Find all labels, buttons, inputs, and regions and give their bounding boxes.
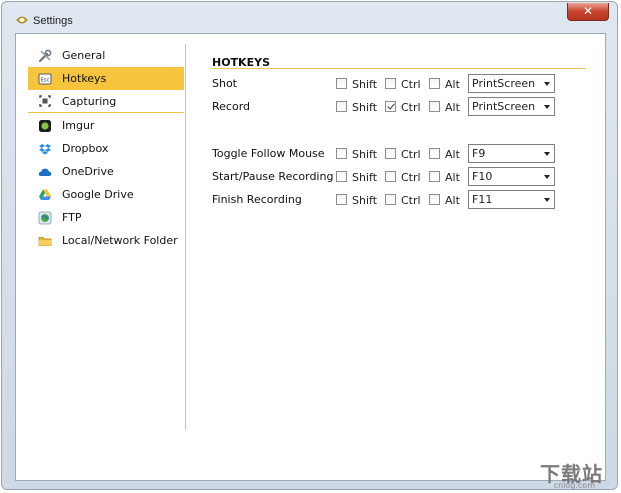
folder-icon	[38, 234, 52, 248]
shift-label: Shift	[352, 171, 378, 184]
key-select[interactable]: PrintScreen	[468, 97, 555, 116]
capture-frame-icon	[38, 94, 52, 108]
sidebar-item-capturing[interactable]: Capturing	[28, 90, 184, 113]
sidebar-item-dropbox[interactable]: Dropbox	[28, 137, 184, 160]
sidebar-item-label: FTP	[62, 211, 82, 224]
ctrl-checkbox[interactable]	[385, 148, 396, 159]
sidebar-item-imgur[interactable]: Imgur	[28, 114, 184, 137]
google-drive-icon	[38, 188, 52, 202]
hotkey-label: Record	[212, 100, 251, 113]
hotkey-label: Toggle Follow Mouse	[212, 147, 325, 160]
shift-checkbox[interactable]	[336, 194, 347, 205]
hotkey-row-start-pause-recording: Start/Pause Recording Shift Ctrl Alt F10	[212, 167, 572, 187]
shift-label: Shift	[352, 148, 378, 161]
sidebar-item-label: Local/Network Folder	[62, 234, 178, 247]
dropdown-arrow-icon	[544, 152, 550, 156]
hotkey-row-record: Record Shift Ctrl Alt PrintScreen	[212, 97, 572, 117]
imgur-icon	[38, 119, 52, 133]
settings-sidebar: General Esc Hotkeys Capturing Imgur Drop…	[28, 44, 184, 252]
sidebar-item-label: OneDrive	[62, 165, 114, 178]
key-select[interactable]: F9	[468, 144, 555, 163]
ctrl-label: Ctrl	[401, 78, 421, 91]
alt-label: Alt	[445, 148, 460, 161]
title-bar[interactable]: Settings ✕	[2, 2, 617, 32]
alt-label: Alt	[445, 171, 460, 184]
dropbox-icon	[38, 142, 52, 156]
alt-label: Alt	[445, 78, 460, 91]
key-select-value: F11	[472, 193, 493, 206]
dropdown-arrow-icon	[544, 105, 550, 109]
key-select[interactable]: PrintScreen	[468, 74, 555, 93]
sidebar-item-label: Imgur	[62, 119, 95, 132]
alt-checkbox[interactable]	[429, 148, 440, 159]
alt-checkbox[interactable]	[429, 171, 440, 182]
app-logo-icon	[16, 16, 28, 24]
alt-checkbox[interactable]	[429, 78, 440, 89]
shift-checkbox[interactable]	[336, 78, 347, 89]
sidebar-item-google-drive[interactable]: Google Drive	[28, 183, 184, 206]
window-title: Settings	[33, 15, 73, 27]
ctrl-checkbox[interactable]	[385, 194, 396, 205]
key-select-value: PrintScreen	[472, 77, 536, 90]
sidebar-item-general[interactable]: General	[28, 44, 184, 67]
dropdown-arrow-icon	[544, 175, 550, 179]
section-separator	[211, 68, 586, 69]
watermark-subtext: cnlog.com	[553, 481, 595, 490]
shift-checkbox[interactable]	[336, 171, 347, 182]
sidebar-item-label: Capturing	[62, 94, 117, 108]
key-select-value: F9	[472, 147, 486, 160]
hotkey-label: Shot	[212, 77, 237, 90]
sidebar-item-onedrive[interactable]: OneDrive	[28, 160, 184, 183]
shift-label: Shift	[352, 194, 378, 207]
onedrive-cloud-icon	[38, 165, 52, 179]
close-button[interactable]: ✕	[567, 3, 609, 21]
tools-icon	[38, 49, 52, 63]
keyboard-key-icon: Esc	[38, 72, 52, 86]
ctrl-checkbox[interactable]	[385, 78, 396, 89]
ctrl-checkbox[interactable]	[385, 101, 396, 112]
sidebar-item-ftp[interactable]: FTP	[28, 206, 184, 229]
hotkey-label: Finish Recording	[212, 193, 302, 206]
shift-label: Shift	[352, 78, 378, 91]
sidebar-item-local-network-folder[interactable]: Local/Network Folder	[28, 229, 184, 252]
shift-checkbox[interactable]	[336, 101, 347, 112]
hotkey-label: Start/Pause Recording	[212, 170, 334, 183]
ctrl-checkbox[interactable]	[385, 171, 396, 182]
shift-checkbox[interactable]	[336, 148, 347, 159]
key-select[interactable]: F10	[468, 167, 555, 186]
ctrl-label: Ctrl	[401, 101, 421, 114]
key-select-value: F10	[472, 170, 493, 183]
dropdown-arrow-icon	[544, 82, 550, 86]
sidebar-divider	[185, 44, 186, 430]
dropdown-arrow-icon	[544, 198, 550, 202]
ctrl-label: Ctrl	[401, 194, 421, 207]
hotkey-row-toggle-follow-mouse: Toggle Follow Mouse Shift Ctrl Alt F9	[212, 144, 572, 164]
ftp-globe-icon	[38, 211, 52, 225]
sidebar-item-label: Dropbox	[62, 142, 109, 155]
settings-content: General Esc Hotkeys Capturing Imgur Drop…	[15, 33, 606, 481]
key-select[interactable]: F11	[468, 190, 555, 209]
alt-label: Alt	[445, 101, 460, 114]
ctrl-label: Ctrl	[401, 171, 421, 184]
alt-checkbox[interactable]	[429, 101, 440, 112]
alt-checkbox[interactable]	[429, 194, 440, 205]
key-select-value: PrintScreen	[472, 100, 536, 113]
sidebar-item-hotkeys[interactable]: Esc Hotkeys	[28, 67, 184, 90]
settings-window: Settings ✕ General Esc Hotkeys Capturing…	[1, 1, 618, 490]
hotkey-row-shot: Shot Shift Ctrl Alt PrintScreen	[212, 74, 572, 94]
sidebar-item-label: Hotkeys	[62, 72, 107, 85]
sidebar-item-label: General	[62, 49, 106, 62]
alt-label: Alt	[445, 194, 460, 207]
ctrl-label: Ctrl	[401, 148, 421, 161]
hotkey-row-finish-recording: Finish Recording Shift Ctrl Alt F11	[212, 190, 572, 210]
sidebar-item-label: Google Drive	[62, 188, 134, 201]
svg-text:Esc: Esc	[41, 77, 50, 83]
shift-label: Shift	[352, 101, 378, 114]
